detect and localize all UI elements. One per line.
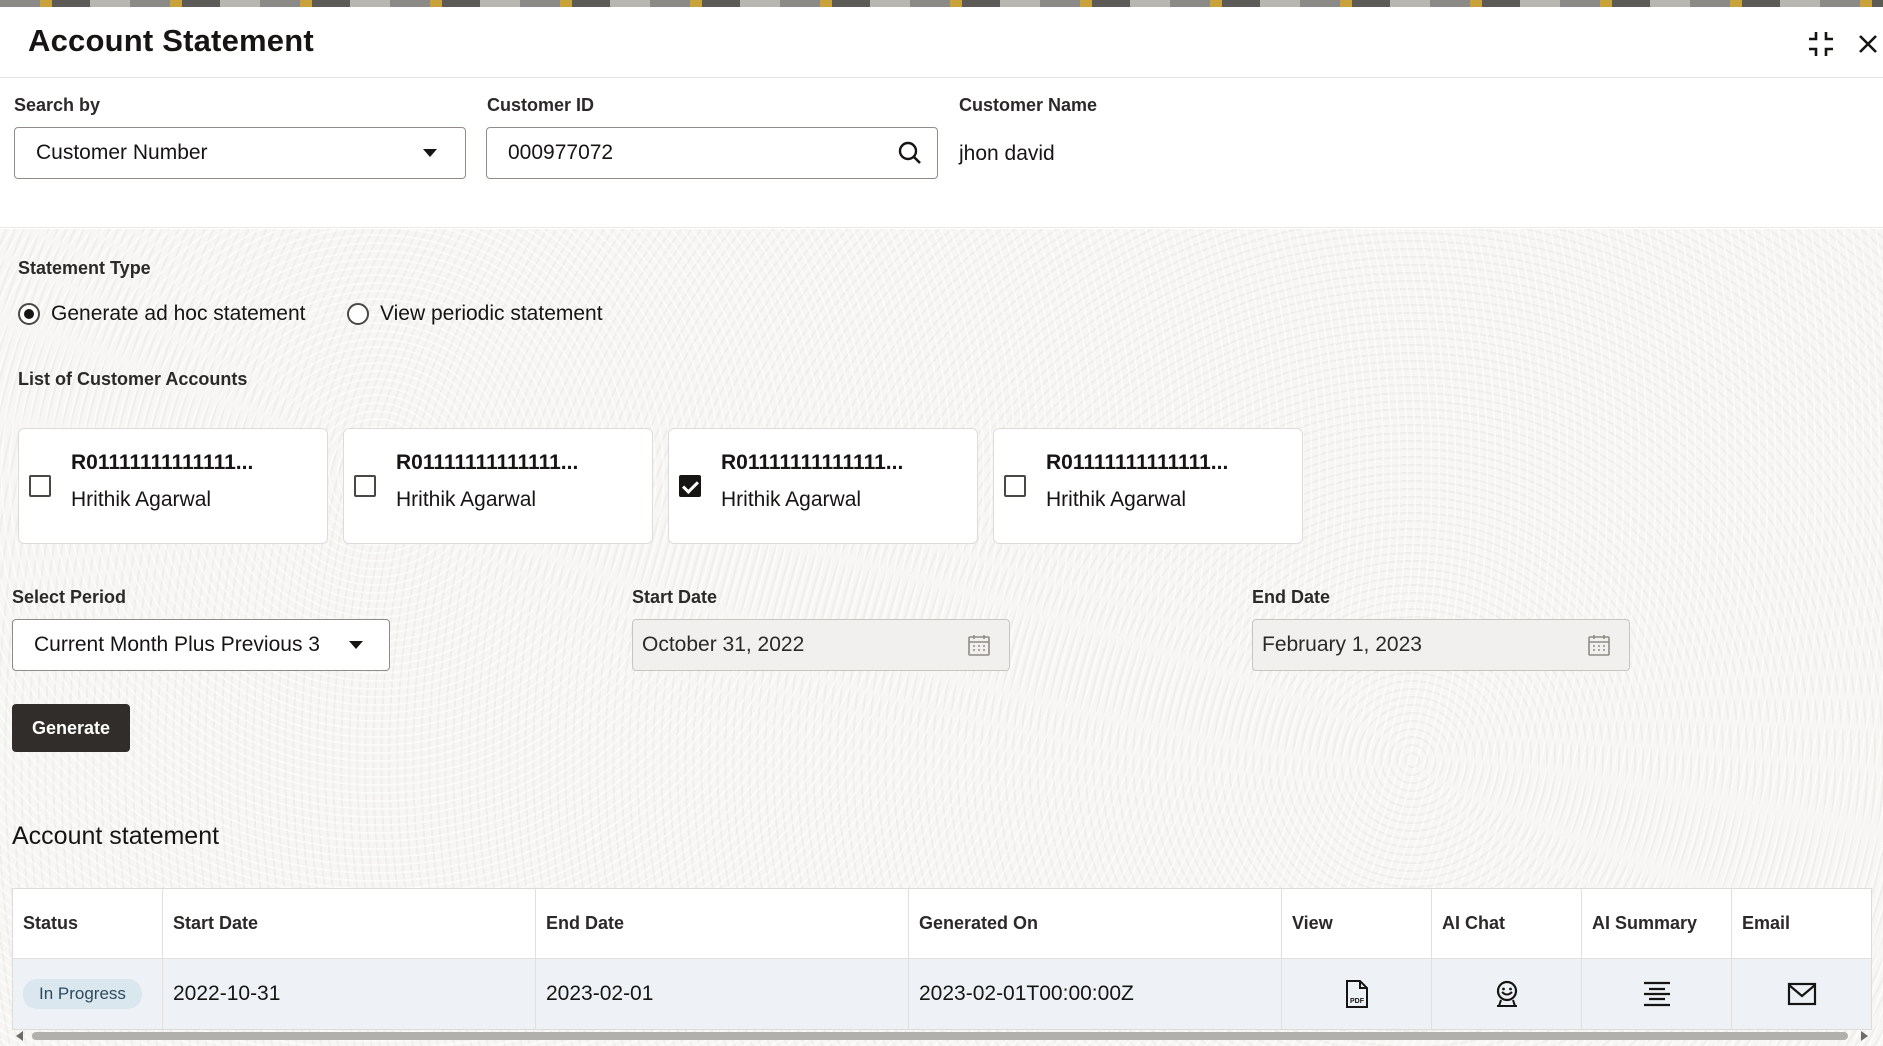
account-holder-name: Hrithik Agarwal <box>1046 488 1187 511</box>
account-holder-name: Hrithik Agarwal <box>396 488 537 511</box>
close-button[interactable] <box>1849 25 1883 63</box>
start-date-label: Start Date <box>632 587 718 607</box>
account-number: R01111111111111... <box>396 451 579 474</box>
search-by-select[interactable]: Customer Number <box>14 127 466 179</box>
account-checkbox[interactable] <box>354 475 376 497</box>
email-icon[interactable] <box>1787 982 1817 1006</box>
customer-name-value: jhon david <box>959 142 1055 165</box>
account-card[interactable]: R01111111111111... Hrithik Agarwal <box>343 428 653 544</box>
scrollbar-thumb[interactable] <box>32 1032 1848 1040</box>
account-holder-name: Hrithik Agarwal <box>721 488 862 511</box>
ai-chat-icon[interactable] <box>1492 979 1522 1009</box>
column-header-ai-chat[interactable]: AI Chat <box>1432 889 1582 959</box>
ai-summary-icon[interactable] <box>1642 980 1672 1008</box>
customer-id-label: Customer ID <box>487 95 595 115</box>
scroll-left-arrow-icon[interactable] <box>16 1031 23 1041</box>
account-card-selected[interactable]: R01111111111111... Hrithik Agarwal <box>668 428 978 544</box>
statement-table: Status Start Date End Date Generated On … <box>12 888 1872 1030</box>
chevron-down-icon <box>423 149 437 157</box>
column-header-start-date[interactable]: Start Date <box>163 889 536 959</box>
account-statement-heading: Account statement <box>12 822 220 850</box>
page-title: Account Statement <box>28 23 314 58</box>
column-header-status[interactable]: Status <box>13 889 163 959</box>
end-date-value: February 1, 2023 <box>1262 633 1422 656</box>
radio-button-selected[interactable] <box>18 303 40 325</box>
column-header-generated-on[interactable]: Generated On <box>909 889 1282 959</box>
accounts-list-label: List of Customer Accounts <box>18 369 248 389</box>
ai-chat-cell <box>1432 959 1582 1029</box>
end-date-label: End Date <box>1252 587 1331 607</box>
radio-button[interactable] <box>347 303 369 325</box>
select-period-value: Current Month Plus Previous 3 <box>34 633 320 656</box>
svg-text:PDF: PDF <box>1350 998 1365 1005</box>
customer-id-field[interactable]: 000977072 <box>486 127 938 179</box>
close-icon <box>1859 35 1877 53</box>
top-banner-strip <box>0 0 1883 7</box>
pdf-icon[interactable]: PDF <box>1344 979 1370 1009</box>
search-icon[interactable] <box>897 140 923 172</box>
view-cell: PDF <box>1282 959 1432 1029</box>
statement-type-label: Statement Type <box>18 258 151 278</box>
customer-name-label: Customer Name <box>959 95 1098 115</box>
calendar-icon[interactable] <box>967 633 991 663</box>
account-checkbox[interactable] <box>1004 475 1026 497</box>
account-checkbox-checked[interactable] <box>679 475 701 497</box>
account-number: R01111111111111... <box>721 451 904 474</box>
radio-periodic-label: View periodic statement <box>380 302 603 325</box>
ai-summary-cell <box>1582 959 1732 1029</box>
column-header-view[interactable]: View <box>1282 889 1432 959</box>
radio-adhoc-label: Generate ad hoc statement <box>51 302 306 325</box>
search-by-value: Customer Number <box>36 141 208 164</box>
search-by-label: Search by <box>14 95 101 115</box>
column-header-end-date[interactable]: End Date <box>536 889 909 959</box>
select-period-label: Select Period <box>12 587 127 607</box>
end-date-cell: 2023-02-01 <box>536 959 909 1029</box>
table-header-row: Status Start Date End Date Generated On … <box>13 889 1871 959</box>
column-header-ai-summary[interactable]: AI Summary <box>1582 889 1732 959</box>
select-period-dropdown[interactable]: Current Month Plus Previous 3 <box>12 619 390 671</box>
collapse-button[interactable] <box>1802 25 1840 63</box>
start-date-cell: 2022-10-31 <box>163 959 536 1029</box>
account-holder-name: Hrithik Agarwal <box>71 488 212 511</box>
customer-id-value: 000977072 <box>508 141 614 164</box>
radio-adhoc-statement[interactable]: Generate ad hoc statement <box>18 302 306 326</box>
start-date-field[interactable]: October 31, 2022 <box>632 619 1010 671</box>
start-date-value: October 31, 2022 <box>642 633 805 656</box>
email-cell <box>1732 959 1871 1029</box>
generated-on-cell: 2023-02-01T00:00:00Z <box>909 959 1282 1029</box>
column-header-email[interactable]: Email <box>1732 889 1871 959</box>
customer-search-panel: Search by Customer Number Customer ID 00… <box>0 78 1883 228</box>
account-card[interactable]: R01111111111111... Hrithik Agarwal <box>993 428 1303 544</box>
calendar-icon[interactable] <box>1587 633 1611 663</box>
account-card[interactable]: R01111111111111... Hrithik Agarwal <box>18 428 328 544</box>
radio-periodic-statement[interactable]: View periodic statement <box>347 302 603 326</box>
generate-button[interactable]: Generate <box>12 704 130 752</box>
dialog-header: Account Statement <box>0 7 1883 78</box>
status-cell: In Progress <box>13 959 163 1029</box>
collapse-icon <box>1809 32 1833 56</box>
table-row[interactable]: In Progress 2022-10-31 2023-02-01 2023-0… <box>13 959 1871 1029</box>
scroll-right-arrow-icon[interactable] <box>1861 1031 1868 1041</box>
table-horizontal-scrollbar[interactable] <box>12 1028 1872 1044</box>
end-date-field[interactable]: February 1, 2023 <box>1252 619 1630 671</box>
status-badge: In Progress <box>23 979 142 1009</box>
account-number: R01111111111111... <box>71 451 254 474</box>
chevron-down-icon <box>349 641 363 649</box>
account-checkbox[interactable] <box>29 475 51 497</box>
account-number: R01111111111111... <box>1046 451 1229 474</box>
